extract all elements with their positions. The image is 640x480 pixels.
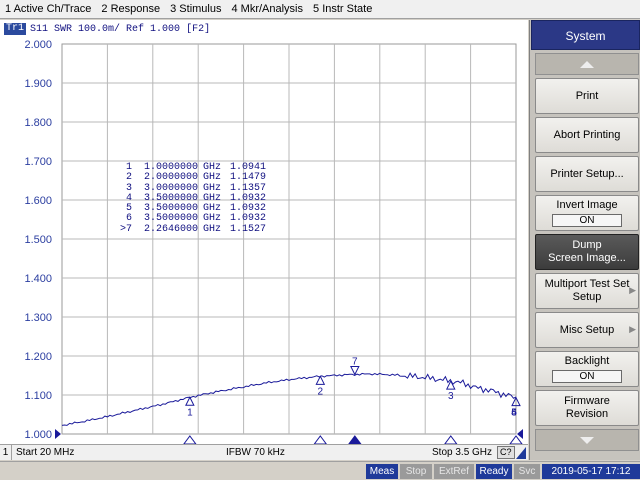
submenu-arrow-icon: ▶: [629, 285, 636, 295]
abort-printing-label: Abort Printing: [553, 128, 621, 141]
status-svc: Svc: [514, 464, 540, 479]
backlight-label: Backlight: [564, 355, 610, 367]
print-button[interactable]: Print: [535, 78, 639, 114]
stop-frequency[interactable]: Stop 3.5 GHz: [432, 445, 492, 460]
dump-screen-image-button[interactable]: Dump Screen Image...: [535, 234, 639, 270]
marker-label: 3: [448, 391, 454, 402]
marker-number: 5: [125, 203, 132, 215]
chevron-down-icon: [580, 437, 594, 444]
marker-unit: GHz: [202, 223, 221, 235]
status-meas: Meas: [366, 464, 398, 479]
ref-level-right-arrow: [517, 429, 523, 439]
marker-axis-indicator: [509, 435, 523, 444]
y-tick-label: 1.200: [24, 351, 52, 363]
printer-setup-label: Printer Setup...: [550, 167, 624, 180]
trace-param: S11: [30, 23, 49, 35]
status-datetime: 2019-05-17 17:12: [542, 464, 640, 479]
y-tick-label: 1.500: [24, 234, 52, 246]
backlight-state: ON: [552, 370, 622, 383]
y-tick-label: 1.700: [24, 156, 52, 168]
menu-mkr-analysis[interactable]: 4 Mkr/Analysis: [226, 0, 308, 18]
trace-header[interactable]: Tr1 S11 SWR 100.0m/ Ref 1.000 [F2]: [4, 22, 216, 36]
chart-area[interactable]: 2.000 1.900 1.800 1.700 1.600 1.500 1.400 1.300…: [0, 20, 528, 444]
firmware-label-line2: Revision: [565, 408, 609, 420]
y-tick-label: 1.800: [24, 117, 52, 129]
menu-active-ch-trace[interactable]: 1 Active Ch/Trace: [0, 0, 96, 18]
marker-value: 1.1527: [229, 223, 266, 235]
marker-axis-indicator: [313, 435, 327, 444]
marker-triangle: [185, 396, 195, 406]
misc-setup-label: Misc Setup: [559, 323, 615, 336]
marker-layer: 12 34567: [183, 356, 523, 444]
ref-level-left-arrow: [55, 429, 61, 439]
marker-axis-indicator: [183, 435, 197, 444]
abort-printing-button[interactable]: Abort Printing: [535, 117, 639, 153]
misc-setup-button[interactable]: Misc Setup ▶: [535, 312, 639, 348]
start-frequency[interactable]: Start 20 MHz: [16, 445, 74, 460]
channel-number[interactable]: 1: [0, 445, 12, 460]
menu-instr-state[interactable]: 5 Instr State: [308, 0, 377, 18]
active-marker-triangle: [350, 365, 360, 376]
status-extref: ExtRef: [434, 464, 474, 479]
softkey-scroll-down[interactable]: [535, 429, 639, 451]
cal-status-badge[interactable]: C?: [497, 446, 515, 459]
invert-image-button[interactable]: Invert Image ON: [535, 195, 639, 231]
marker-label: 1: [187, 407, 193, 418]
invert-image-label: Invert Image: [556, 199, 618, 211]
marker-table-row: >7 2.2646000 GHz 1.1527: [114, 223, 266, 235]
marker-number: 4: [125, 192, 132, 204]
marker-axis-indicator: [348, 435, 362, 444]
status-ready: Ready: [476, 464, 512, 479]
softkey-scroll-up[interactable]: [535, 53, 639, 75]
dump-label-line1: Dump: [572, 239, 602, 251]
trace-badge[interactable]: Tr1: [4, 23, 27, 35]
y-tick-labels: 2.000 1.900 1.800 1.700 1.600 1.500 1.400 1.300…: [24, 39, 52, 441]
marker-number: >7: [119, 223, 132, 235]
marker-number: 3: [125, 182, 132, 194]
instrument-status-bar: Meas Stop ExtRef Ready Svc 2019-05-17 17…: [0, 461, 640, 480]
y-tick-label: 1.900: [24, 78, 52, 90]
marker-label: 7: [352, 356, 358, 367]
menu-bar: 1 Active Ch/Trace 2 Response 3 Stimulus …: [0, 0, 640, 19]
menu-response[interactable]: 2 Response: [96, 0, 165, 18]
backlight-button[interactable]: Backlight ON: [535, 351, 639, 387]
chart-grid: [55, 43, 523, 439]
marker-axis-indicator: [444, 435, 458, 444]
y-tick-label: 1.300: [24, 312, 52, 324]
marker-table: 1 1.0000000 GHz 1.0941 2 2.0000000 GHz 1.1479 3 3…: [114, 162, 266, 235]
firmware-label-line1: Firmware: [564, 395, 610, 407]
marker-label: 2: [318, 386, 324, 397]
softkey-menu-title[interactable]: System: [531, 20, 640, 50]
trace-format: SWR 100.0m/ Ref 1.000: [54, 23, 181, 35]
print-label: Print: [575, 89, 599, 102]
y-tick-label: 2.000: [24, 39, 52, 51]
marker-number: 2: [125, 172, 132, 184]
trigger-icon: [516, 447, 526, 459]
dump-label-line2: Screen Image...: [548, 252, 626, 264]
multiport-label-line1: Multiport Test Set: [544, 278, 630, 290]
marker-frequency: 2.2646000: [143, 223, 198, 235]
multiport-label-line2: Setup: [572, 291, 602, 303]
marker-number: 1: [125, 162, 132, 173]
ifbw-value[interactable]: IFBW 70 kHz: [226, 445, 285, 460]
marker-triangle: [315, 375, 326, 385]
y-tick-label: 1.100: [24, 390, 52, 402]
status-stop: Stop: [400, 464, 432, 479]
softkey-panel: System Print Abort Printing Printer Setu…: [529, 20, 640, 460]
channel-status-bar: 1 Start 20 MHz IFBW 70 kHz Stop 3.5 GHz …: [0, 444, 528, 460]
chevron-up-icon: [580, 61, 594, 68]
invert-image-state: ON: [552, 214, 622, 227]
printer-setup-button[interactable]: Printer Setup...: [535, 156, 639, 192]
y-tick-label: 1.000: [24, 429, 52, 441]
menu-stimulus[interactable]: 3 Stimulus: [165, 0, 226, 18]
marker-label: 6: [511, 408, 517, 419]
submenu-arrow-icon: ▶: [629, 324, 636, 334]
y-tick-label: 1.400: [24, 273, 52, 285]
firmware-revision-button[interactable]: Firmware Revision: [535, 390, 639, 426]
y-tick-label: 1.600: [24, 195, 52, 207]
trace-tag: [F2]: [186, 23, 211, 35]
multiport-test-set-button[interactable]: Multiport Test Set Setup ▶: [535, 273, 639, 309]
